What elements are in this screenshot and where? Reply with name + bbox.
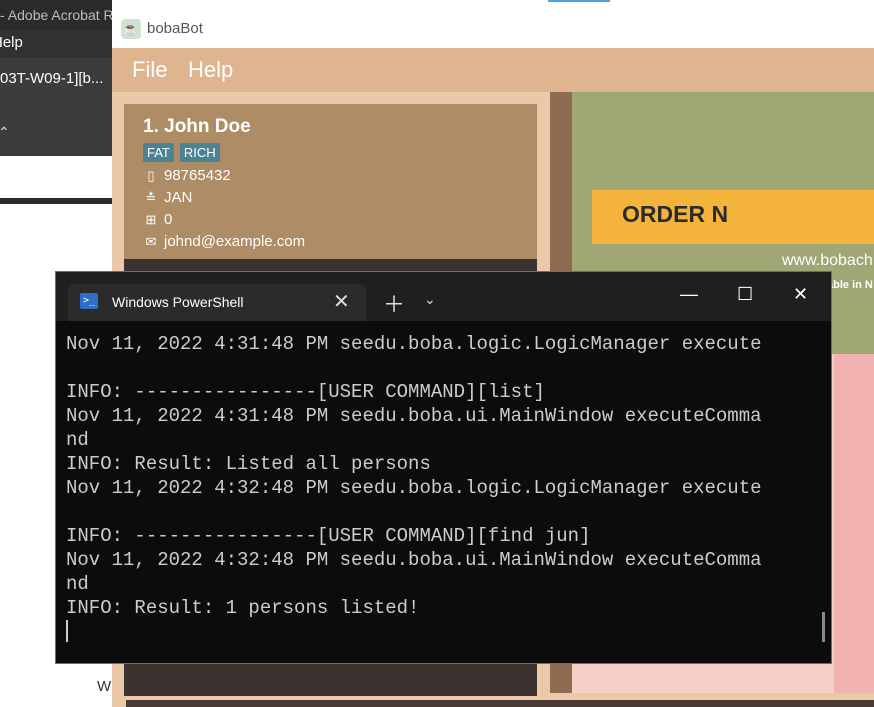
acrobat-toolbar [0, 156, 112, 198]
acrobat-tabbar: 03T-W09-1][b... ⌃ [0, 58, 112, 156]
taskbar-accent [548, 0, 610, 2]
terminal-line: Nov 11, 2022 4:32:48 PM seedu.boba.ui.Ma… [66, 549, 762, 571]
acrobat-menu-help[interactable]: Help [0, 34, 23, 51]
birthday-field: ≛ JAN [144, 189, 193, 206]
tab-windows-powershell[interactable]: >_ Windows PowerShell ✕ [68, 284, 366, 321]
mail-icon: ✉ [145, 233, 157, 249]
statusbar [126, 700, 874, 707]
tab-title: Windows PowerShell [112, 294, 244, 310]
poster-subtext: able in N [827, 279, 873, 291]
email-field: ✉ johnd@example.com [144, 233, 306, 250]
terminal-line: Nov 11, 2022 4:32:48 PM seedu.boba.logic… [66, 477, 762, 499]
terminal-line: nd [66, 573, 89, 595]
close-tab-icon[interactable]: ✕ [333, 289, 350, 314]
window-title: bobaBot [147, 20, 203, 37]
chevron-icon[interactable]: ⌃ [0, 124, 10, 141]
acrobat-partial-text: W [97, 678, 112, 695]
poster-url: www.bobach [782, 252, 873, 269]
maximize-button[interactable]: ☐ [737, 284, 753, 305]
email-value: johnd@example.com [164, 233, 306, 250]
powershell-icon: >_ [80, 293, 98, 309]
acrobat-title: - Adobe Acrobat Reader (64-bit) [0, 7, 112, 23]
rewards-field: ⊞ 0 [144, 211, 173, 228]
terminal-line: INFO: Result: 1 persons listed! [66, 597, 420, 619]
menubar: File Help [112, 48, 874, 92]
boba-logo-icon: ☕ [121, 19, 141, 39]
phone-value: 98765432 [164, 167, 231, 184]
terminal-line: INFO: Result: Listed all persons [66, 453, 431, 475]
tag-list: FAT RICH [143, 143, 220, 162]
minimize-button[interactable]: — [680, 284, 698, 305]
terminal-line: nd [66, 429, 89, 451]
acrobat-divider [0, 198, 112, 204]
terminal-line: Nov 11, 2022 4:31:48 PM seedu.boba.logic… [66, 333, 762, 355]
terminal-line: Nov 11, 2022 4:31:48 PM seedu.boba.ui.Ma… [66, 405, 762, 427]
close-button[interactable]: ✕ [793, 284, 808, 305]
banner-text: ORDER N [622, 201, 729, 227]
cake-icon: ≛ [145, 189, 157, 205]
birthday-value: JAN [164, 189, 193, 206]
tag: RICH [179, 143, 220, 162]
phone-icon: ▯ [147, 167, 155, 183]
powershell-window: >_ Windows PowerShell ✕ ＋ ⌄ — ☐ ✕ Nov 11… [55, 271, 832, 664]
rewards-value: 0 [164, 211, 173, 228]
acrobat-menubar: Help [0, 30, 112, 58]
new-tab-button[interactable]: ＋ [383, 287, 405, 319]
mascot-hair [834, 354, 874, 693]
terminal-line: INFO: ----------------[USER COMMAND][lis… [66, 381, 545, 403]
tag: FAT [143, 143, 174, 162]
bobabot-titlebar[interactable]: ☕ bobaBot [112, 10, 874, 48]
person-card[interactable]: 1. John Doe FAT RICH ▯ 98765432 ≛ JAN ⊞ … [124, 104, 537, 259]
acrobat-titlebar[interactable]: - Adobe Acrobat Reader (64-bit) [0, 0, 112, 30]
acrobat-document-tab[interactable]: 03T-W09-1][b... [0, 70, 103, 87]
gift-icon: ⊞ [145, 211, 157, 227]
order-banner: ORDER N [592, 190, 874, 244]
scrollbar[interactable] [822, 612, 825, 642]
terminal-tabbar[interactable]: >_ Windows PowerShell ✕ ＋ ⌄ — ☐ ✕ [56, 272, 831, 321]
chevron-down-icon[interactable]: ⌄ [424, 291, 436, 308]
text-cursor [66, 620, 68, 642]
person-name: 1. John Doe [143, 116, 251, 137]
menu-file[interactable]: File [132, 57, 167, 83]
terminal-line: INFO: ----------------[USER COMMAND][fin… [66, 525, 591, 547]
menu-help[interactable]: Help [188, 57, 233, 83]
terminal-output[interactable]: Nov 11, 2022 4:31:48 PM seedu.boba.logic… [66, 332, 816, 652]
phone-field: ▯ 98765432 [144, 167, 231, 184]
